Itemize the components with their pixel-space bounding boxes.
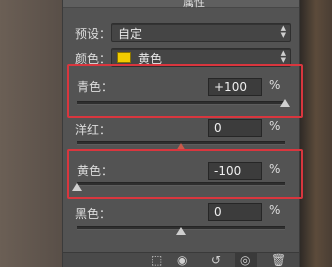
preset-label: 预设： xyxy=(75,27,112,41)
view-previous-state-icon[interactable]: ◉ xyxy=(177,254,187,266)
magenta-label: 洋红： xyxy=(75,123,112,137)
black-label: 黑色： xyxy=(75,207,112,221)
magenta-value-input[interactable]: 0 xyxy=(208,119,262,137)
clip-to-layer-icon[interactable]: ⬚ xyxy=(151,254,162,266)
panel-title: 属性 xyxy=(183,0,205,9)
preset-value: 自定 xyxy=(118,27,143,41)
black-slider-thumb[interactable] xyxy=(176,227,186,235)
properties-panel: 属性 预设： 自定 ▲ ▼ 颜色： 黄色 ▲ ▼ 青色： +100 % 洋红： 0 … xyxy=(62,0,300,267)
color-swatch xyxy=(117,52,131,63)
delete-icon[interactable]: 🗑 xyxy=(271,254,286,266)
black-percent-unit: % xyxy=(269,203,281,217)
preset-dropdown[interactable]: 自定 ▲ ▼ xyxy=(111,23,291,42)
yellow-highlight-box xyxy=(67,149,303,199)
magenta-percent-unit: % xyxy=(269,119,281,133)
canvas-background-right xyxy=(300,0,332,267)
reset-icon[interactable]: ↺ xyxy=(211,254,221,266)
dropdown-arrows-icon: ▲ ▼ xyxy=(280,49,286,64)
cyan-highlight-box xyxy=(67,64,303,118)
black-value-input[interactable]: 0 xyxy=(208,203,262,221)
panel-title-strip: 属性 xyxy=(63,0,299,9)
canvas-background-left xyxy=(0,0,62,267)
toggle-visibility-icon[interactable]: ◎ xyxy=(240,254,250,266)
dropdown-arrows-icon: ▲ ▼ xyxy=(280,24,286,39)
